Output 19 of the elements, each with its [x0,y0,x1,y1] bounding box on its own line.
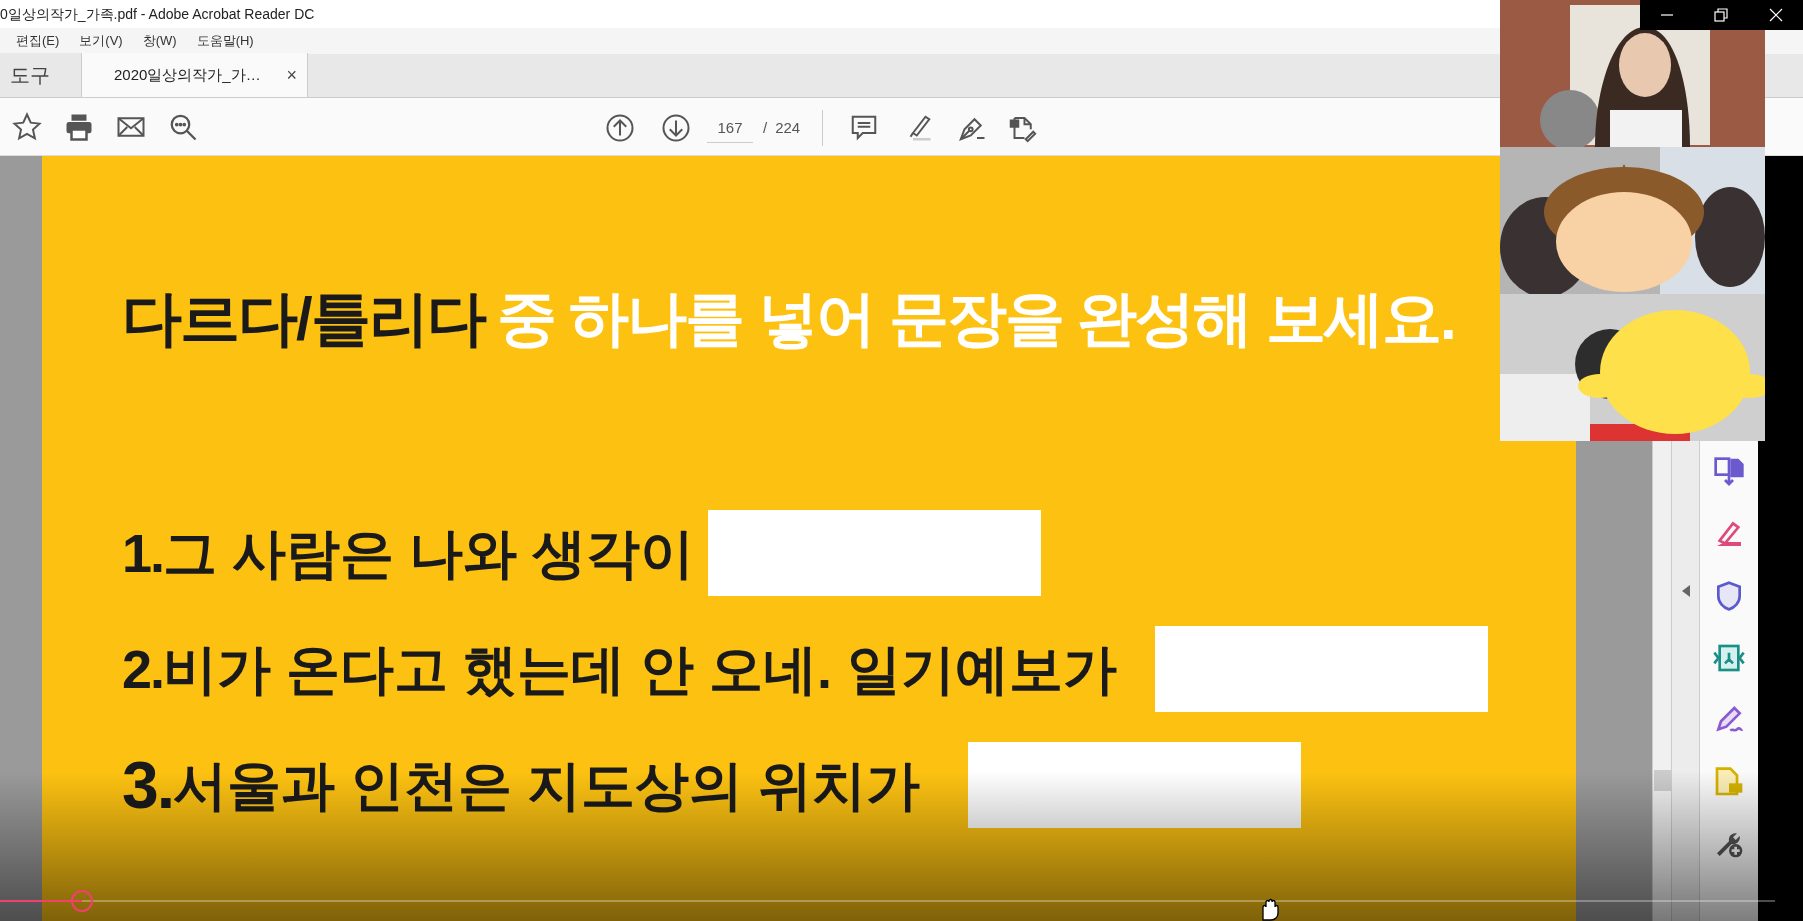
tab[interactable]: 2020일상의작가_가… × [82,53,308,97]
page-separator: / [763,117,768,138]
heading-instruction: 중 하나를 넣어 문장을 완성해 보세요. [496,286,1455,352]
tab[interactable]: 도구 [0,53,82,97]
menu-item[interactable]: 보기(V) [79,31,123,51]
sentence-text: 서울과 인천은 지도상의 위치가 [173,753,921,817]
item-number: 3. [122,746,174,824]
item-number: 2. [122,637,164,701]
heading-keyword: 다르다/틀리다 [122,286,485,352]
page-total: 224 [775,117,801,138]
sentence-text: 비가 온다고 했는데 안 오네. 일기예보가 [163,637,1118,701]
menu-item[interactable]: 창(W) [142,31,177,51]
page-number-field[interactable]: 167 [707,113,753,143]
sentence-text: 그 사람은 나와 생각이 [163,521,695,585]
menu-item[interactable]: 도움말(H) [196,31,254,51]
tab-close-button[interactable]: × [286,61,297,89]
window-title: 0일상의작가_가족.pdf - Adobe Acrobat Reader DC [0,4,315,24]
menu-item[interactable]: 편집(E) [16,31,60,51]
item-number: 1. [122,521,164,585]
